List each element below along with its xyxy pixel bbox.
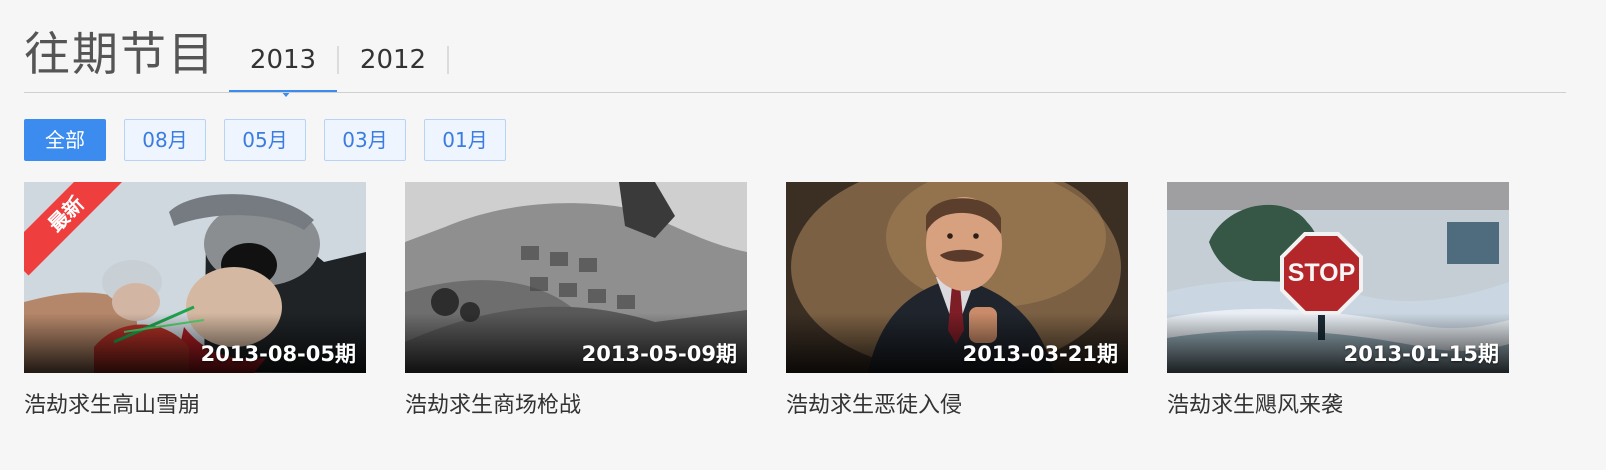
episode-card[interactable]: 2013-05-09期 浩劫求生商场枪战: [405, 182, 747, 422]
episode-title[interactable]: 浩劫求生商场枪战: [405, 390, 747, 422]
episode-title[interactable]: 浩劫求生恶徒入侵: [786, 390, 1128, 422]
episode-card[interactable]: 最新 2013-08-05期 浩劫求生高山雪崩: [24, 182, 366, 422]
past-episodes-page: 往期节目 2013 2012 全部 08月 05月 03月 01月 最新 201…: [0, 0, 1606, 470]
month-filter-05[interactable]: 05月: [224, 119, 306, 161]
episode-card[interactable]: 2013-03-21期 浩劫求生恶徒入侵: [786, 182, 1128, 422]
episode-date: 2013-01-15期: [1343, 342, 1499, 366]
episode-title[interactable]: 浩劫求生飓风来袭: [1167, 390, 1509, 422]
tab-2013[interactable]: 2013: [229, 40, 337, 92]
episode-date: 2013-05-09期: [581, 342, 737, 366]
episode-date: 2013-03-21期: [962, 342, 1118, 366]
episode-thumbnail[interactable]: 2013-03-21期: [786, 182, 1128, 373]
episode-title[interactable]: 浩劫求生高山雪崩: [24, 390, 366, 422]
stop-sign-text: STOP: [1288, 259, 1356, 287]
episode-grid: 最新 2013-08-05期 浩劫求生高山雪崩 2013-05-09期 浩劫求生…: [24, 182, 1509, 422]
month-filter-08[interactable]: 08月: [124, 119, 206, 161]
month-filter-01[interactable]: 01月: [424, 119, 506, 161]
month-filter-all[interactable]: 全部: [24, 119, 106, 161]
tab-divider: [447, 46, 449, 74]
tab-2012[interactable]: 2012: [339, 40, 447, 92]
episode-thumbnail[interactable]: STOP 2013-01-15期: [1167, 182, 1509, 373]
month-filter-bar: 全部 08月 05月 03月 01月: [24, 119, 506, 161]
section-header: 往期节目 2013 2012: [24, 0, 1566, 97]
year-tabs: 2013 2012: [229, 40, 449, 97]
section-title: 往期节目: [24, 27, 216, 81]
header-divider: [24, 92, 1566, 93]
episode-card[interactable]: STOP 2013-01-15期 浩劫求生飓风来袭: [1167, 182, 1509, 422]
month-filter-03[interactable]: 03月: [324, 119, 406, 161]
episode-date: 2013-08-05期: [200, 342, 356, 366]
episode-thumbnail[interactable]: 2013-05-09期: [405, 182, 747, 373]
episode-thumbnail[interactable]: 最新 2013-08-05期: [24, 182, 366, 373]
